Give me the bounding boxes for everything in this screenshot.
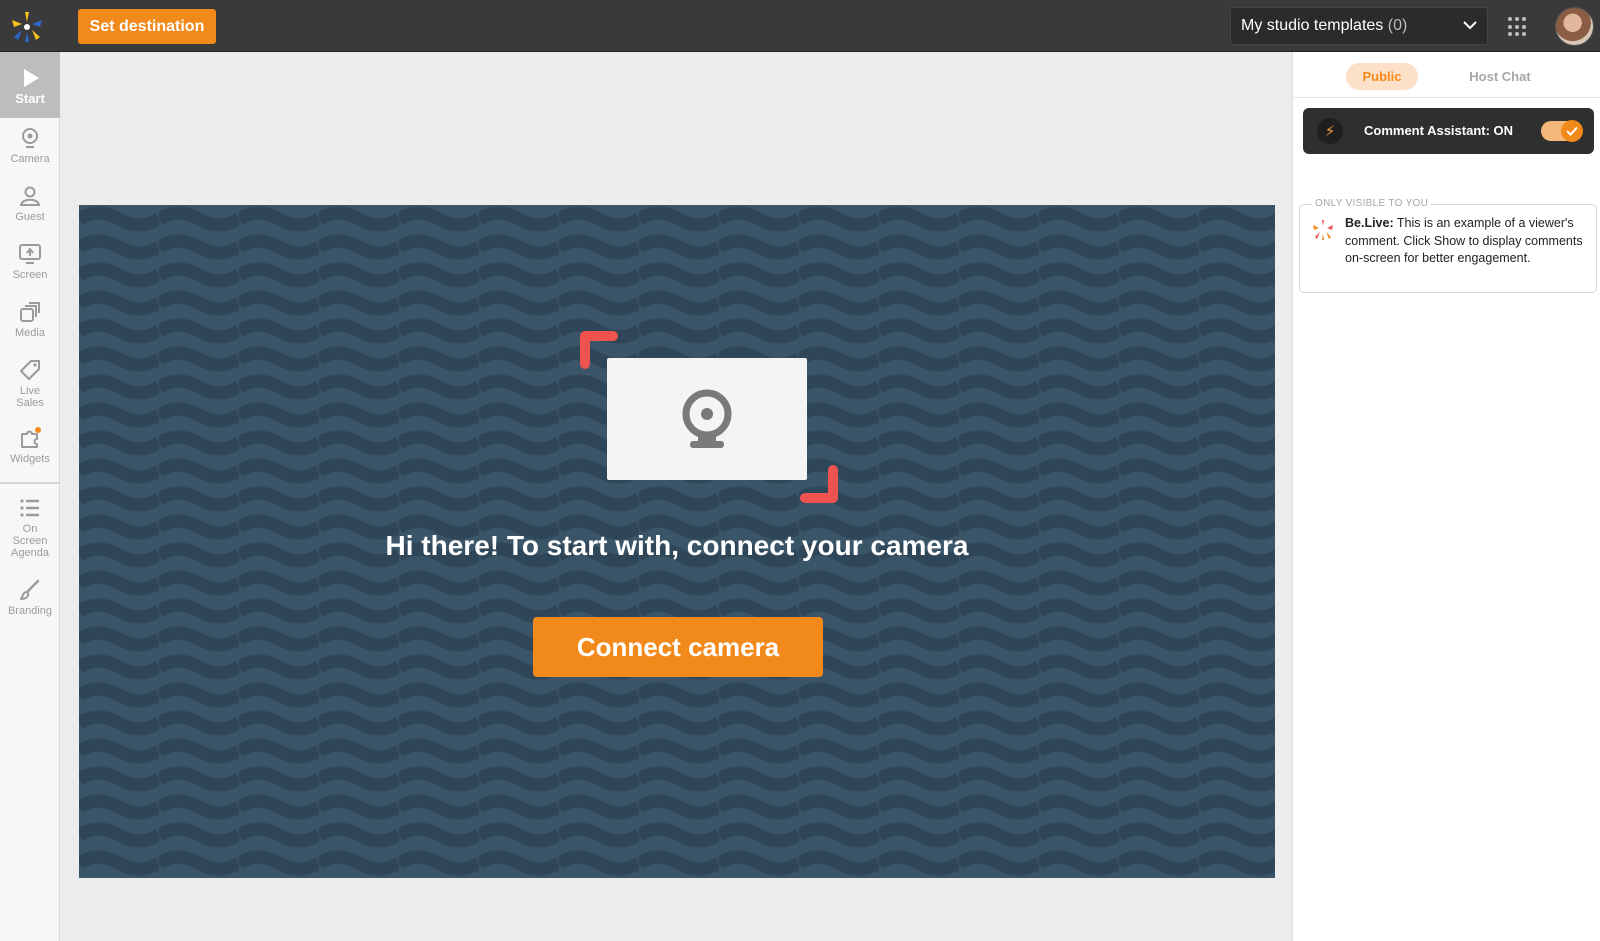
example-comment-text: Be.Live: This is an example of a viewer'…	[1345, 215, 1590, 268]
media-icon	[20, 302, 40, 322]
puzzle-icon	[21, 427, 41, 448]
templates-count: (0)	[1387, 17, 1408, 34]
sidebar-item-branding[interactable]: Branding	[0, 578, 60, 617]
apps-grid-icon[interactable]	[1508, 17, 1528, 37]
set-destination-button[interactable]: Set destination	[78, 9, 216, 44]
person-icon	[19, 186, 41, 206]
comments-tabs: Public Host Chat	[1293, 52, 1600, 98]
screen-share-icon	[19, 244, 41, 264]
sidebar-divider	[0, 482, 60, 484]
sidebar-item-widgets[interactable]: Widgets	[0, 426, 60, 465]
example-comment-card: ONLY VISIBLE TO YOU Be.Live: This is an …	[1299, 198, 1597, 293]
sidebar-item-guest[interactable]: Guest	[0, 184, 60, 223]
price-tag-icon	[20, 360, 40, 380]
check-icon	[1561, 120, 1583, 142]
connect-camera-button[interactable]: Connect camera	[533, 617, 823, 677]
tab-public[interactable]: Public	[1346, 63, 1418, 90]
belive-logo-icon[interactable]	[10, 10, 44, 44]
user-avatar[interactable]	[1555, 7, 1594, 46]
camera-placeholder	[577, 328, 841, 504]
camera-preview-box	[607, 358, 807, 480]
top-bar: Set destination My studio templates (0)	[0, 0, 1600, 52]
chevron-down-icon	[1463, 17, 1477, 35]
studio-templates-dropdown[interactable]: My studio templates (0)	[1230, 7, 1488, 45]
connect-camera-message: Hi there! To start with, connect your ca…	[385, 530, 969, 561]
comment-author: Be.Live:	[1345, 216, 1394, 230]
sidebar-item-start[interactable]: Start	[0, 52, 60, 118]
templates-label: My studio templates (0)	[1241, 17, 1408, 34]
comments-panel: Public Host Chat ⚡ Comment Assistant: ON…	[1292, 52, 1600, 941]
webcam-icon	[682, 389, 732, 448]
webcam-icon	[22, 128, 38, 148]
list-icon	[20, 499, 39, 517]
sidebar-item-camera[interactable]: Camera	[0, 126, 60, 165]
left-sidebar: Start Camera Guest Screen Media Live Sal…	[0, 52, 60, 941]
sidebar-item-live-sales[interactable]: Live Sales	[0, 358, 60, 409]
belive-logo-icon	[1312, 219, 1334, 241]
sidebar-item-media[interactable]: Media	[0, 300, 60, 339]
only-visible-label: ONLY VISIBLE TO YOU	[1312, 198, 1432, 209]
stage-canvas: Hi there! To start with, connect your ca…	[79, 205, 1275, 878]
comment-assistant-bar: ⚡ Comment Assistant: ON	[1303, 108, 1594, 154]
play-icon	[24, 69, 39, 87]
sidebar-item-on-screen-agenda[interactable]: On Screen Agenda	[0, 496, 60, 559]
comment-assistant-toggle[interactable]	[1541, 120, 1583, 142]
comment-assistant-label: Comment Assistant: ON	[1364, 123, 1514, 138]
sidebar-item-screen[interactable]: Screen	[0, 242, 60, 281]
lightning-icon: ⚡	[1317, 118, 1343, 144]
tab-host-chat[interactable]: Host Chat	[1455, 63, 1545, 90]
brush-icon	[20, 579, 40, 600]
